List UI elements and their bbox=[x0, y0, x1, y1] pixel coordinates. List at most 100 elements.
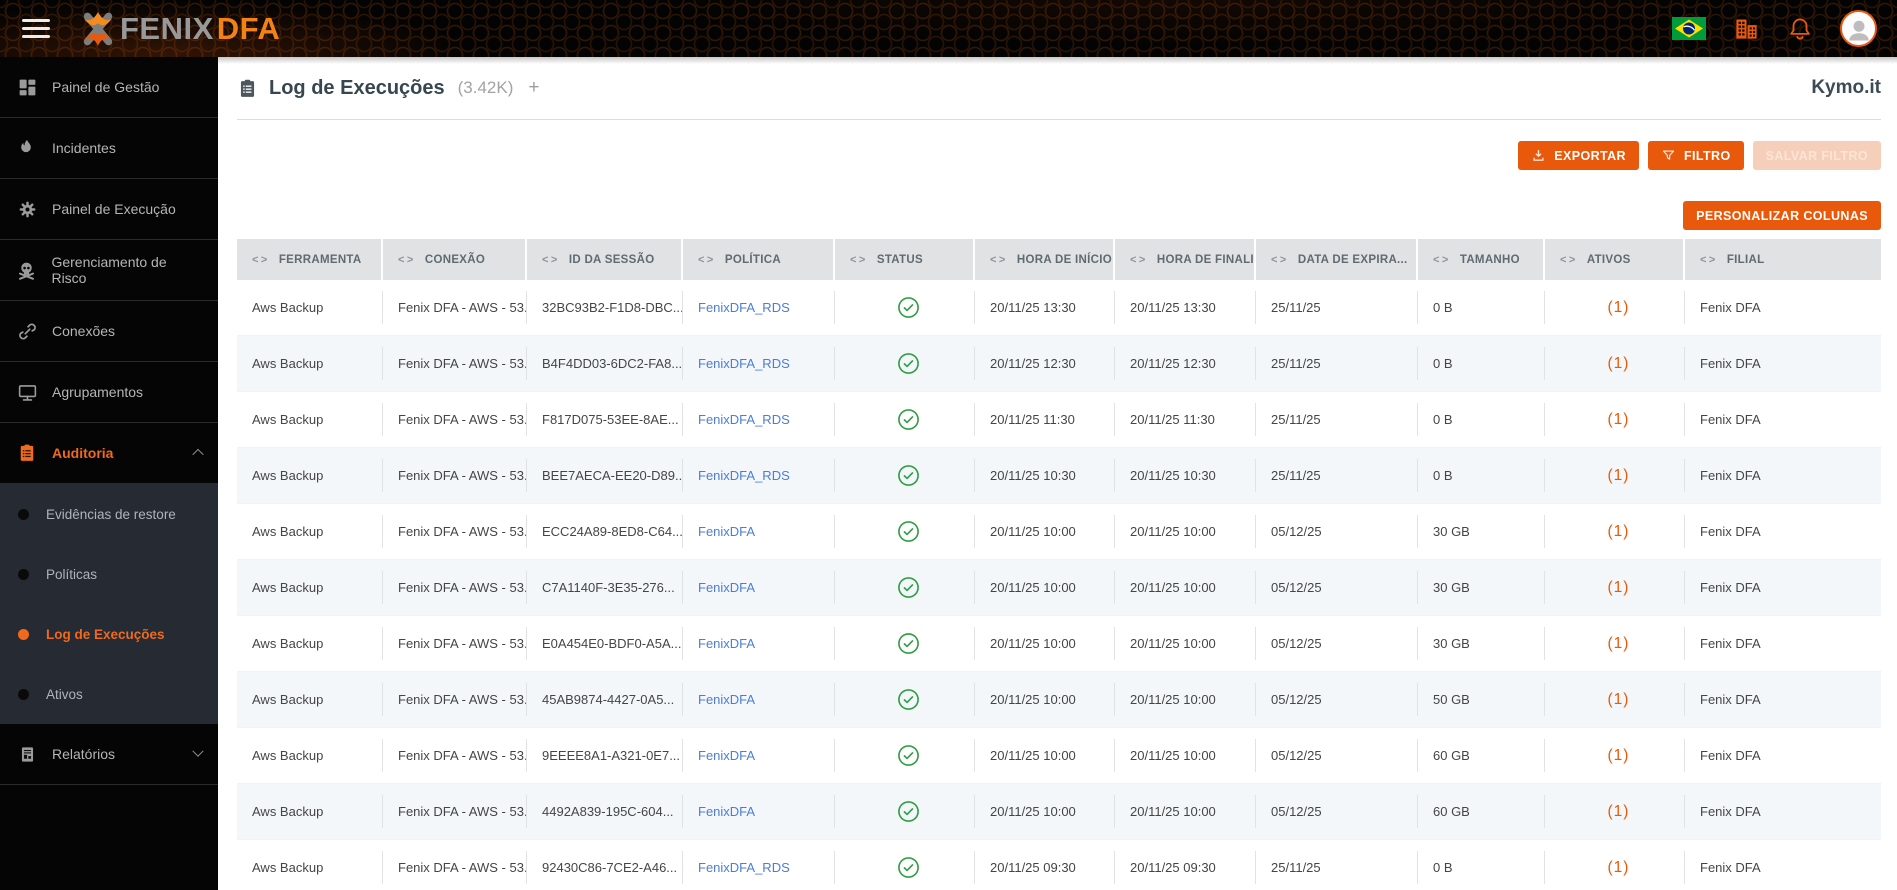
download-icon bbox=[1531, 148, 1546, 163]
sort-icon: <> bbox=[850, 253, 868, 266]
cell-data_expiracao: 05/12/25 bbox=[1256, 784, 1418, 840]
notifications-bell-icon[interactable] bbox=[1787, 16, 1813, 42]
cell-data_expiracao: 05/12/25 bbox=[1256, 728, 1418, 784]
sidebar-item-conexoes[interactable]: Conexões bbox=[0, 301, 218, 362]
sidebar-item-auditoria[interactable]: Auditoria bbox=[0, 423, 218, 484]
sidebar-subitem-log-de-execucoes[interactable]: Log de Execuções bbox=[0, 604, 218, 664]
policy-link[interactable]: FenixDFA_RDS bbox=[698, 356, 790, 371]
success-check-icon bbox=[898, 409, 919, 430]
cell-text: Fenix DFA - AWS - 53... bbox=[398, 580, 527, 595]
policy-link[interactable]: FenixDFA_RDS bbox=[698, 300, 790, 315]
cell-text: Aws Backup bbox=[252, 748, 324, 763]
ativos-count[interactable]: (1) bbox=[1608, 523, 1630, 540]
gear-icon bbox=[15, 199, 39, 220]
cell-text: 20/11/25 12:30 bbox=[990, 356, 1076, 371]
policy-link[interactable]: FenixDFA_RDS bbox=[698, 412, 790, 427]
sidebar-subitem-politicas[interactable]: Políticas bbox=[0, 544, 218, 604]
cell-hora_inicio: 20/11/25 10:00 bbox=[975, 616, 1115, 672]
table-row: Aws Backup Fenix DFA - AWS - 53... BEE7AEC… bbox=[237, 448, 1881, 504]
cell-hora_fim: 20/11/25 10:00 bbox=[1115, 560, 1256, 616]
cell-id_sessao: 9EEEE8A1-A321-0E7... bbox=[527, 728, 683, 784]
column-header-conexao[interactable]: <> CONEXÃO bbox=[383, 239, 527, 280]
app-logo[interactable]: FENIXDFA bbox=[80, 9, 280, 49]
column-header-ativos[interactable]: <> ATIVOS bbox=[1545, 239, 1685, 280]
policy-link[interactable]: FenixDFA bbox=[698, 804, 755, 819]
column-header-hora_inicio[interactable]: <> HORA DE INÍCIO bbox=[975, 239, 1115, 280]
user-avatar[interactable] bbox=[1840, 10, 1877, 47]
cell-text: 25/11/25 bbox=[1271, 300, 1321, 315]
cell-text: Fenix DFA bbox=[1700, 524, 1761, 539]
cell-text: Aws Backup bbox=[252, 580, 324, 595]
table-row: Aws Backup Fenix DFA - AWS - 53... 92430C8… bbox=[237, 840, 1881, 890]
ativos-count[interactable]: (1) bbox=[1608, 355, 1630, 372]
table-row: Aws Backup Fenix DFA - AWS - 53... 4492A83… bbox=[237, 784, 1881, 840]
column-header-hora_fim[interactable]: <> HORA DE FINALI... bbox=[1115, 239, 1256, 280]
policy-link[interactable]: FenixDFA bbox=[698, 636, 755, 651]
cell-text: Aws Backup bbox=[252, 412, 324, 427]
ativos-count[interactable]: (1) bbox=[1608, 747, 1630, 764]
sidebar-subitem-ativos[interactable]: Ativos bbox=[0, 664, 218, 724]
cell-text: 20/11/25 10:00 bbox=[990, 748, 1076, 763]
cell-filial: Fenix DFA bbox=[1685, 392, 1881, 448]
column-header-filial[interactable]: <> FILIAL bbox=[1685, 239, 1881, 280]
column-header-tamanho[interactable]: <> TAMANHO bbox=[1418, 239, 1545, 280]
bullet-icon bbox=[18, 688, 29, 700]
add-button[interactable]: + bbox=[528, 77, 539, 99]
ativos-count[interactable]: (1) bbox=[1608, 803, 1630, 820]
policy-link[interactable]: FenixDFA bbox=[698, 524, 755, 539]
ativos-count[interactable]: (1) bbox=[1608, 635, 1630, 652]
ativos-count[interactable]: (1) bbox=[1608, 691, 1630, 708]
menu-toggle-button[interactable] bbox=[22, 19, 50, 38]
sidebar-item-gerenciamento-de-risco[interactable]: Gerenciamento de Risco bbox=[0, 240, 218, 301]
cell-text: 20/11/25 10:00 bbox=[1130, 636, 1216, 651]
sidebar-item-relatorios[interactable]: Relatórios bbox=[0, 724, 218, 785]
success-check-icon bbox=[898, 465, 919, 486]
ativos-count[interactable]: (1) bbox=[1608, 411, 1630, 428]
export-button[interactable]: EXPORTAR bbox=[1518, 141, 1639, 170]
save-filter-button[interactable]: SALVAR FILTRO bbox=[1752, 141, 1881, 170]
language-flag-brazil-icon[interactable] bbox=[1672, 17, 1706, 40]
column-header-data_expiracao[interactable]: <> DATA DE EXPIRA... bbox=[1256, 239, 1418, 280]
success-check-icon bbox=[898, 633, 919, 654]
policy-link[interactable]: FenixDFA_RDS bbox=[698, 468, 790, 483]
cell-text: 05/12/25 bbox=[1271, 580, 1322, 595]
column-header-id_sessao[interactable]: <> ID DA SESSÃO bbox=[527, 239, 683, 280]
filter-button[interactable]: FILTRO bbox=[1647, 141, 1744, 170]
logo-text: FENIXDFA bbox=[120, 10, 281, 46]
cell-status bbox=[835, 280, 975, 336]
cell-ativos: (1) bbox=[1545, 280, 1685, 336]
column-header-politica[interactable]: <> POLÍTICA bbox=[683, 239, 835, 280]
customize-columns-button[interactable]: PERSONALIZAR COLUNAS bbox=[1683, 201, 1881, 230]
cell-id_sessao: 45AB9874-4427-0A5... bbox=[527, 672, 683, 728]
policy-link[interactable]: FenixDFA bbox=[698, 692, 755, 707]
cell-ferramenta: Aws Backup bbox=[237, 560, 383, 616]
sidebar-item-agrupamentos[interactable]: Agrupamentos bbox=[0, 362, 218, 423]
organization-buildings-icon[interactable] bbox=[1733, 15, 1760, 42]
sidebar-item-painel-de-execucao[interactable]: Painel de Execução bbox=[0, 179, 218, 240]
sidebar-subitem-evidencias-de-restore[interactable]: Evidências de restore bbox=[0, 484, 218, 544]
ativos-count[interactable]: (1) bbox=[1608, 467, 1630, 484]
cell-text: 20/11/25 10:00 bbox=[1130, 804, 1216, 819]
cell-text: 20/11/25 11:30 bbox=[990, 412, 1075, 427]
cell-status bbox=[835, 728, 975, 784]
policy-link[interactable]: FenixDFA bbox=[698, 748, 755, 763]
ativos-count[interactable]: (1) bbox=[1608, 299, 1630, 316]
cell-tamanho: 30 GB bbox=[1418, 616, 1545, 672]
cell-politica: FenixDFA bbox=[683, 728, 835, 784]
sidebar-item-incidentes[interactable]: Incidentes bbox=[0, 118, 218, 179]
tenant-name: Kymo.it bbox=[1811, 77, 1881, 98]
table-row: Aws Backup Fenix DFA - AWS - 53... F817D07… bbox=[237, 392, 1881, 448]
monitor-icon bbox=[15, 382, 39, 403]
cell-ferramenta: Aws Backup bbox=[237, 448, 383, 504]
policy-link[interactable]: FenixDFA_RDS bbox=[698, 860, 790, 875]
ativos-count[interactable]: (1) bbox=[1608, 859, 1630, 876]
cell-text: 20/11/25 10:00 bbox=[990, 580, 1076, 595]
table-row: Aws Backup Fenix DFA - AWS - 53... B4F4DD0… bbox=[237, 336, 1881, 392]
sidebar-item-painel-de-gestao[interactable]: Painel de Gestão bbox=[0, 57, 218, 118]
ativos-count[interactable]: (1) bbox=[1608, 579, 1630, 596]
cell-conexao: Fenix DFA - AWS - 53... bbox=[383, 392, 527, 448]
column-header-status[interactable]: <> STATUS bbox=[835, 239, 975, 280]
cell-text: Fenix DFA - AWS - 53... bbox=[398, 860, 527, 875]
policy-link[interactable]: FenixDFA bbox=[698, 580, 755, 595]
column-header-ferramenta[interactable]: <> FERRAMENTA bbox=[237, 239, 383, 280]
